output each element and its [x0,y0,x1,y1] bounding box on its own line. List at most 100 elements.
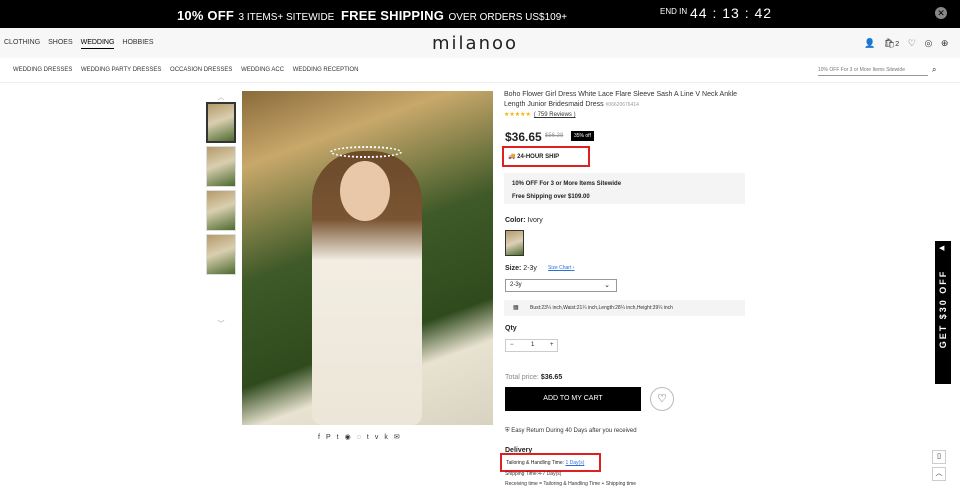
discount-badge: 35% off [571,131,594,141]
thumbnail-strip: ︿ ﹀ [206,92,236,329]
wishlist-button[interactable]: ♡ [650,387,674,411]
original-price: $56.38 [545,133,564,139]
returns-text: Easy Return During 40 Days after you rec… [511,428,637,434]
thumb-down-icon[interactable]: ﹀ [206,319,236,329]
plus-icon[interactable]: + [550,342,554,348]
pinterest-icon[interactable]: P [326,434,337,441]
promo-box: 10% OFF For 3 or More Items Sitewide Fre… [504,173,745,204]
phone-icon[interactable]: ▯ [932,450,946,464]
size-select[interactable]: 2-3y ⌄ [505,279,617,292]
color-value: Ivory [527,217,543,224]
countdown-clock: 44 : 13 : 42 [690,5,773,21]
search-input[interactable]: 10% OFF For 3 or More Items Sitewide [818,65,928,76]
chevron-down-icon: ⌄ [604,282,610,289]
twitter-icon[interactable]: t [337,434,345,441]
tailoring-value[interactable]: 1 Day(s) [565,460,584,466]
nav-hobbies[interactable]: HOBBIES [122,39,153,46]
scroll-up-icon[interactable]: ︿ [932,467,946,481]
color-label-text: Color: [505,217,526,224]
site-logo[interactable]: milanoo [432,33,518,54]
thumbnail-4[interactable] [206,234,236,275]
thumbnail-2[interactable] [206,146,236,187]
product-image[interactable] [242,91,493,425]
cat-wedding-reception[interactable]: WEDDING RECEPTION [293,67,359,73]
total-price: Total price: $36.65 [505,374,562,381]
category-nav: WEDDING DRESSES WEDDING PARTY DRESSES OC… [0,58,960,83]
measurements-box: ▦ Bust:23¼ inch,Waist:21¼ inch,Length:28¼… [504,300,745,316]
category-list: WEDDING DRESSES WEDDING PARTY DRESSES OC… [13,67,365,73]
rating: ★★★★★( 759 Reviews ) [504,111,754,118]
truck-icon: 🚚 [508,154,516,160]
shipping-time: Shipping Time:4-7 Day(s) [505,471,562,477]
total-value: $36.65 [540,374,563,381]
side-tab-label: GET $30 OFF [938,269,948,349]
reviews-link[interactable]: ( 759 Reviews ) [534,112,576,118]
product-sku: #06620676414 [605,102,639,108]
product-info: Boho Flower Girl Dress White Lace Flare … [504,90,754,118]
minus-icon[interactable]: − [510,342,514,348]
color-label: Color: Ivory [505,217,543,224]
total-label: Total price: [505,374,539,381]
vk-icon[interactable]: vk [375,434,394,441]
size-select-value: 2-3y [510,282,522,288]
cat-wedding-dresses[interactable]: WEDDING DRESSES [13,67,72,73]
cart-icon[interactable]: 🛍2 [884,38,900,48]
product-photo-face [340,161,390,221]
tailoring-time: Tailoring & Handling Time: 1 Day(s) [500,453,601,472]
close-icon[interactable]: ✕ [935,7,947,19]
promo-line-1: 10% OFF For 3 or More Items Sitewide [512,181,622,187]
messenger-icon[interactable]: ◌ [357,434,367,441]
product-photo-flower-crown [330,146,402,158]
promo-discount-bold: 10% OFF [177,8,235,23]
cat-wedding-party-dresses[interactable]: WEDDING PARTY DRESSES [81,67,161,73]
reddit-icon[interactable]: ◉ [345,434,357,441]
user-icon[interactable]: 👤 [864,38,875,48]
header-icons: 👤 🛍2 ♡ ◎ ⊕ [864,38,954,49]
thumb-up-icon[interactable]: ︿ [206,92,236,102]
promo-line-2: Free Shipping over $109.00 [512,194,590,200]
ship-24h-label: 24-HOUR SHIP [517,154,560,160]
account-icon[interactable]: ◎ [924,38,932,48]
search-icon[interactable]: ⌕ [932,65,936,75]
get-30-off-tab[interactable]: ◀ GET $30 OFF [935,241,951,384]
promo-shipping-bold: FREE SHIPPING [341,8,445,23]
qty-value[interactable]: 1 [531,342,534,348]
countdown-label: END IN [660,7,688,16]
returns-note: ⛨ Easy Return During 40 Days after you r… [505,428,637,435]
share-icons: fPt◉◌tvk✉ [318,433,406,441]
color-swatch-ivory[interactable] [505,230,524,256]
main-header: CLOTHING SHOES WEDDING HOBBIES milanoo 👤… [0,28,960,58]
ruler-icon: ▦ [513,305,519,311]
email-icon[interactable]: ✉ [394,434,406,441]
size-chart-text: Size Chart [548,265,572,271]
heart-icon: ♡ [657,393,667,405]
top-nav: CLOTHING SHOES WEDDING HOBBIES [4,39,160,49]
cat-wedding-acc[interactable]: WEDDING ACC [241,67,284,73]
receiving-time: Receiving time = Tailoring & Handling Ti… [505,481,637,487]
size-chart-link[interactable]: Size Chart › [548,265,574,271]
thumbnail-1[interactable] [206,102,236,143]
promo-discount: 10% OFF 3 ITEMS+ SITEWIDE [177,7,334,25]
measurements-text: Bust:23¼ inch,Waist:21¼ inch,Length:28¼ … [530,305,673,311]
size-value: 2-3y [523,265,537,272]
promo-discount-detail: 3 ITEMS+ SITEWIDE [238,12,335,23]
qty-label: Qty [505,325,517,332]
facebook-icon[interactable]: f [318,434,326,441]
product-title: Boho Flower Girl Dress White Lace Flare … [504,90,754,110]
nav-shoes[interactable]: SHOES [48,39,73,46]
tumblr-icon[interactable]: t [367,434,375,441]
nav-clothing[interactable]: CLOTHING [4,39,40,46]
nav-wedding[interactable]: WEDDING [80,39,115,49]
promo-banner: 10% OFF 3 ITEMS+ SITEWIDE FREE SHIPPING … [0,0,960,28]
star-rating: ★★★★★ [504,112,531,118]
add-to-cart-button[interactable]: ADD TO MY CART [505,387,641,411]
price: $36.65 [505,130,542,144]
heart-icon[interactable]: ♡ [908,38,916,48]
thumbnail-3[interactable] [206,190,236,231]
cat-occasion-dresses[interactable]: OCCASION DRESSES [170,67,232,73]
ship-24h-badge: 🚚 24-HOUR SHIP [502,146,590,167]
promo-shipping: FREE SHIPPING OVER ORDERS US$109+ [341,7,567,25]
size-label: Size: 2-3y [505,265,537,272]
quantity-stepper[interactable]: − 1 + [505,339,558,352]
globe-icon[interactable]: ⊕ [941,38,949,48]
